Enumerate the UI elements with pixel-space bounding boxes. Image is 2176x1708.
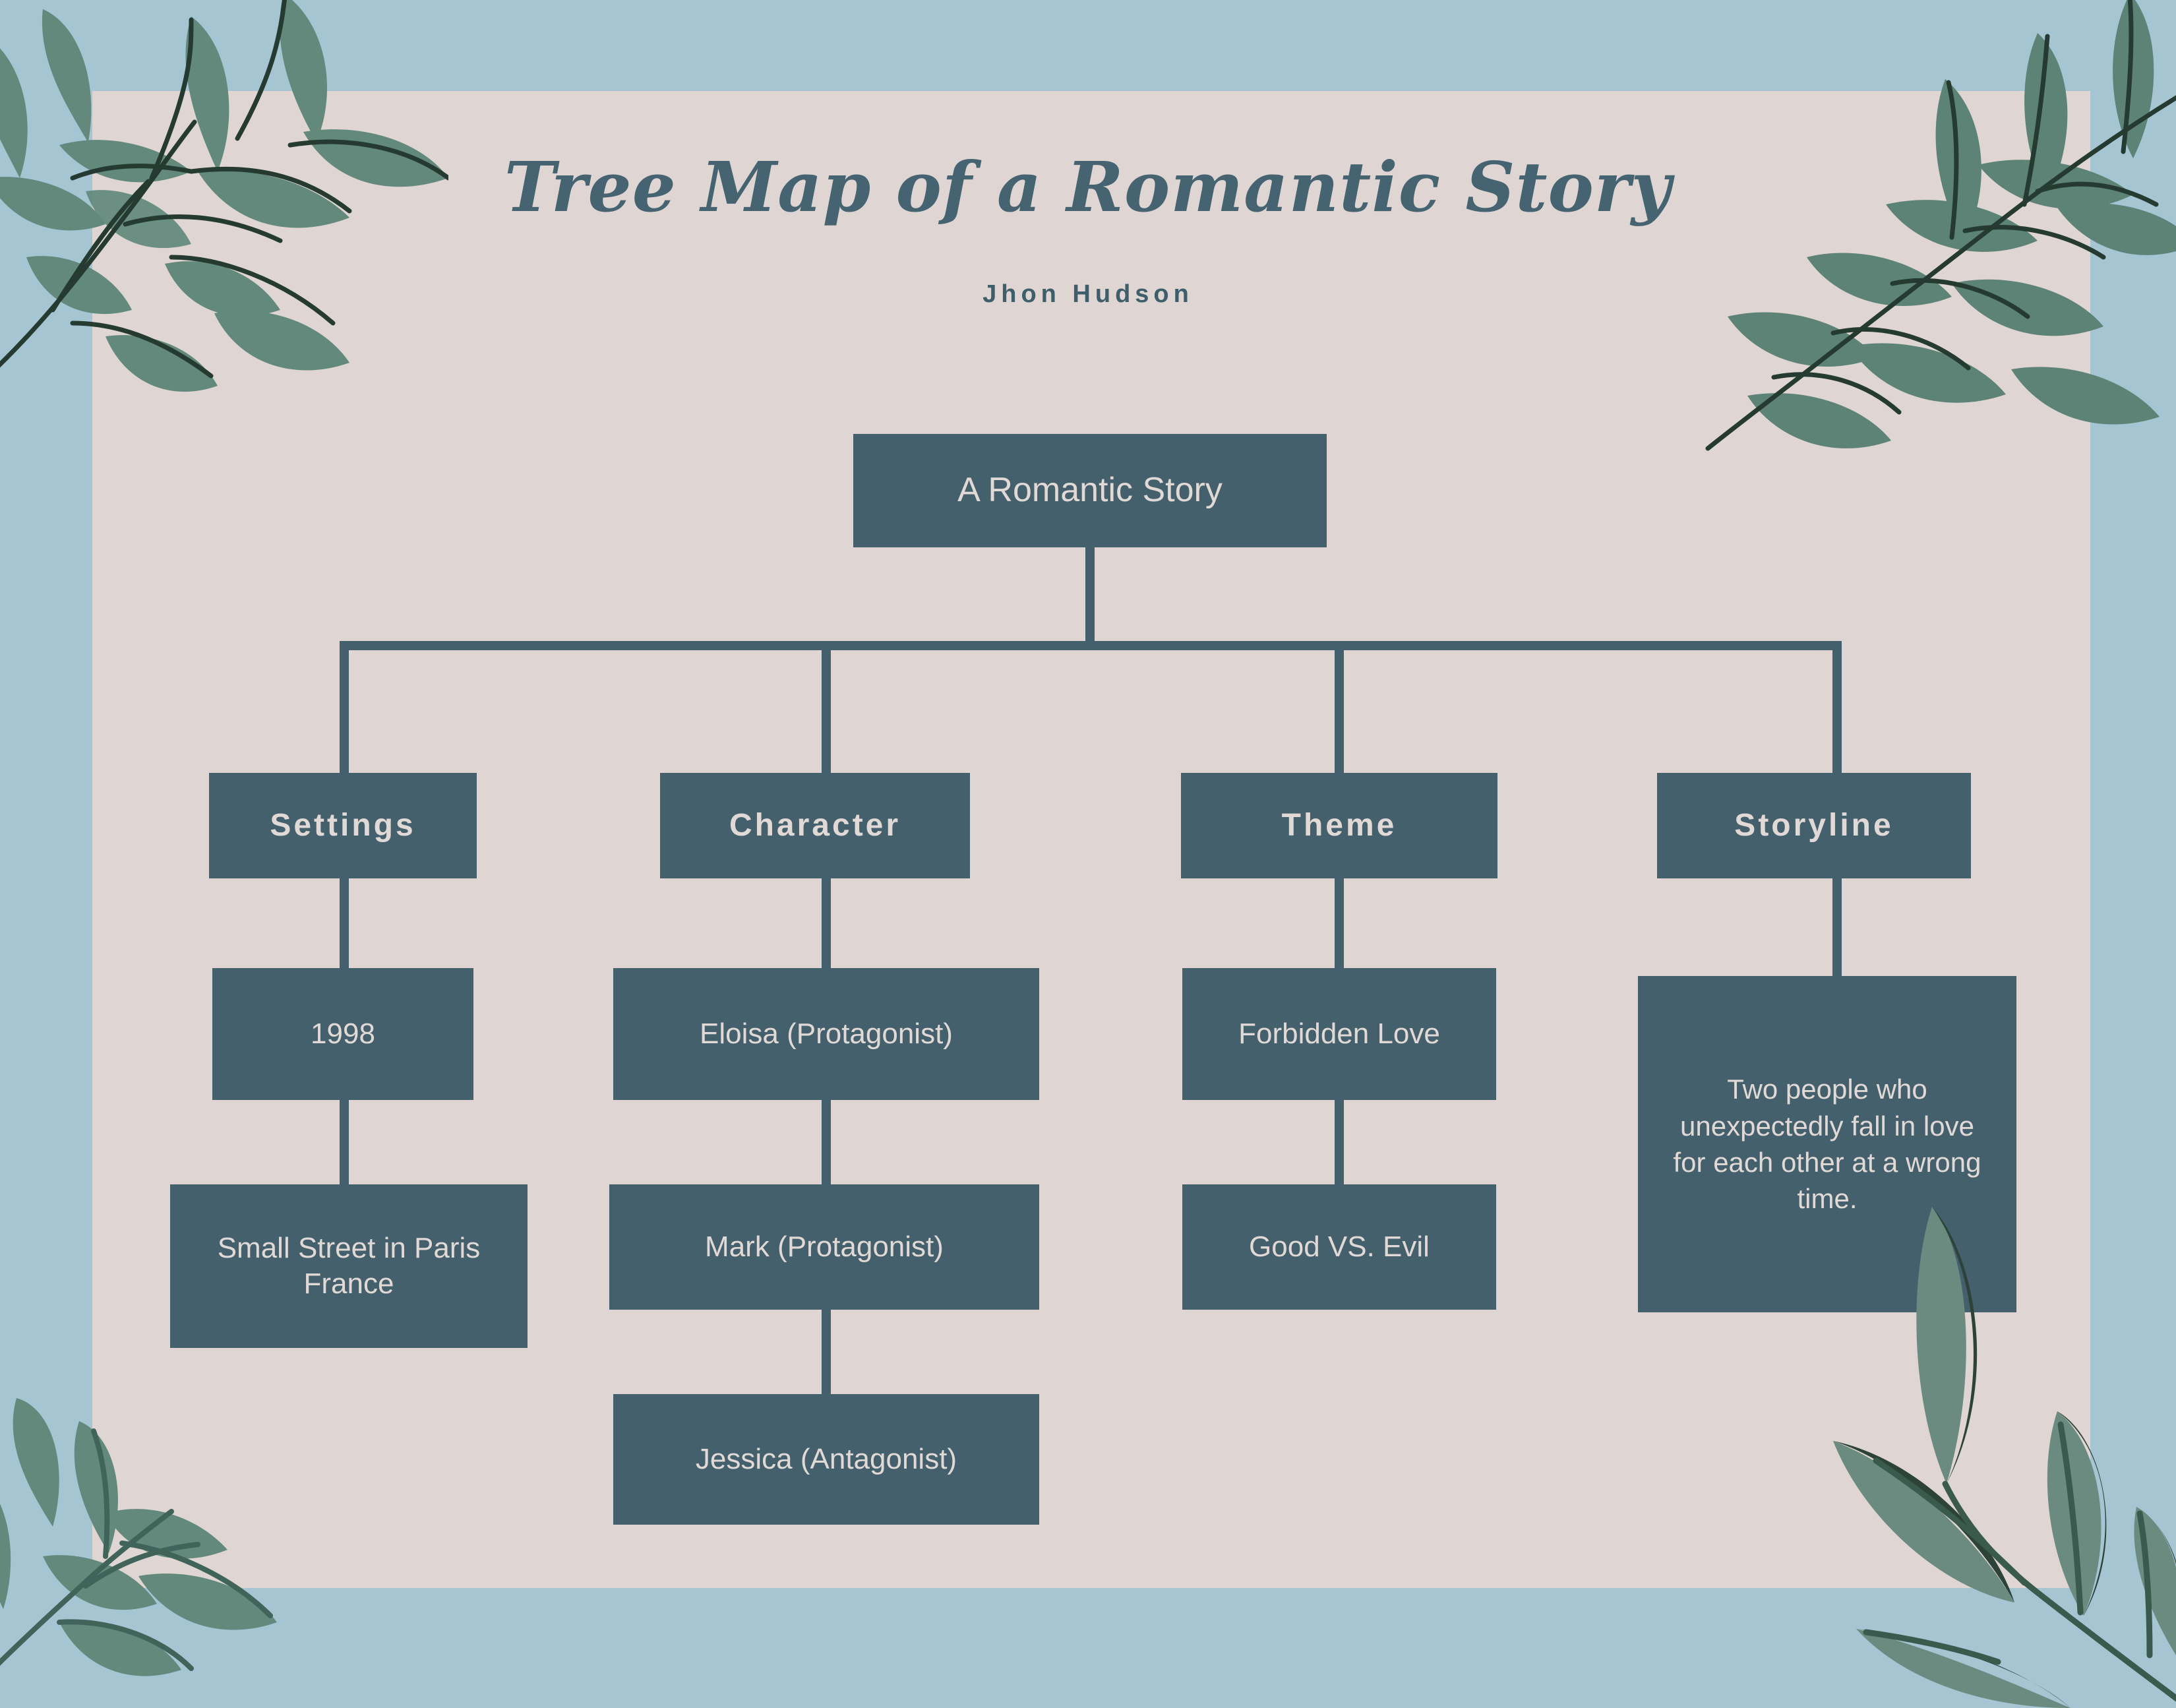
poster-canvas: A Romantic Story Settings Character Them… <box>0 0 2176 1708</box>
node-root[interactable]: A Romantic Story <box>853 434 1327 547</box>
node-category-character[interactable]: Character <box>660 773 970 878</box>
node-leaf-theme-forbidden-love[interactable]: Forbidden Love <box>1182 968 1496 1100</box>
node-category-storyline-label: Storyline <box>1734 807 1894 843</box>
connector-mark-to-jessica <box>822 1310 831 1394</box>
connector-drop-storyline <box>1832 641 1842 773</box>
connector-1998-to-street <box>340 1100 349 1184</box>
node-leaf-theme-forbidden-love-label: Forbidden Love <box>1238 1018 1440 1051</box>
node-category-settings-label: Settings <box>270 807 416 843</box>
node-leaf-character-mark[interactable]: Mark (Protagonist) <box>609 1184 1039 1310</box>
connector-drop-character <box>822 641 831 773</box>
node-leaf-settings-year[interactable]: 1998 <box>212 968 473 1100</box>
node-category-settings[interactable]: Settings <box>209 773 477 878</box>
connector-settings-to-1998 <box>340 878 349 968</box>
connector-eloisa-to-mark <box>822 1100 831 1184</box>
node-leaf-character-jessica-label: Jessica (Antagonist) <box>695 1443 957 1476</box>
connector-storyline-to-summary <box>1832 878 1842 976</box>
page-title: Tree Map of a Romantic Story <box>504 146 1672 228</box>
node-leaf-settings-place-label: Small Street in Paris France <box>217 1232 481 1300</box>
connector-drop-theme <box>1335 641 1344 773</box>
node-category-theme[interactable]: Theme <box>1181 773 1497 878</box>
node-category-character-label: Character <box>729 807 901 843</box>
node-leaf-theme-good-vs-evil-label: Good VS. Evil <box>1249 1231 1430 1264</box>
node-leaf-storyline-summary[interactable]: Two people who unexpectedly fall in love… <box>1638 976 2016 1312</box>
connector-forbidden-to-good <box>1335 1100 1344 1184</box>
node-leaf-settings-year-label: 1998 <box>311 1018 375 1051</box>
node-leaf-theme-good-vs-evil[interactable]: Good VS. Evil <box>1182 1184 1496 1310</box>
node-root-label: A Romantic Story <box>957 471 1223 510</box>
node-leaf-character-jessica[interactable]: Jessica (Antagonist) <box>613 1394 1039 1525</box>
connector-drop-settings <box>340 641 349 773</box>
node-leaf-character-eloisa[interactable]: Eloisa (Protagonist) <box>613 968 1039 1100</box>
node-leaf-settings-place[interactable]: Small Street in Paris France <box>170 1184 528 1348</box>
connector-character-to-eloisa <box>822 878 831 968</box>
node-category-theme-label: Theme <box>1281 807 1397 843</box>
node-category-storyline[interactable]: Storyline <box>1657 773 1971 878</box>
node-leaf-character-eloisa-label: Eloisa (Protagonist) <box>700 1018 953 1051</box>
connector-horizontal-bus <box>340 641 1842 650</box>
node-leaf-character-mark-label: Mark (Protagonist) <box>705 1231 944 1264</box>
page-author: Jhon Hudson <box>982 280 1194 308</box>
connector-root-stem <box>1085 547 1095 648</box>
connector-theme-to-forbidden <box>1335 878 1344 968</box>
node-leaf-storyline-summary-label: Two people who unexpectedly fall in love… <box>1673 1074 1981 1215</box>
